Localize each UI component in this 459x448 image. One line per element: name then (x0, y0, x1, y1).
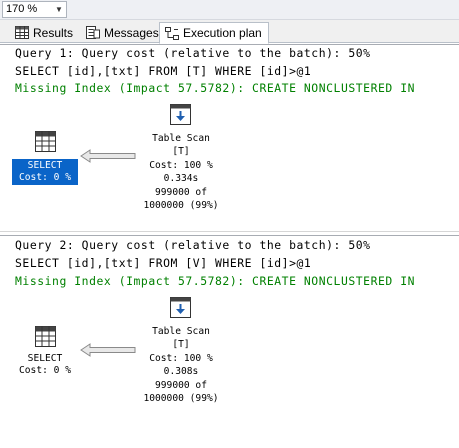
query-1-header: Query 1: Query cost (relative to the bat… (15, 46, 371, 60)
messages-icon (86, 26, 100, 39)
tab-execution-plan[interactable]: Execution plan (159, 22, 269, 44)
zoom-select[interactable]: 170 % ▼ (2, 1, 67, 18)
zoom-toolbar: 170 % ▼ (0, 0, 459, 20)
query-2-select-node[interactable]: SELECT Cost: 0 % (12, 352, 78, 378)
select-node-cost: Cost: 0 % (19, 365, 71, 376)
query-1-separator (0, 44, 459, 45)
query-2-sql: SELECT [id],[txt] FROM [V] WHERE [id]>@1 (15, 256, 312, 270)
data-flow-arrow[interactable] (80, 149, 136, 163)
table-scan-object: [T] (172, 339, 190, 351)
query-2-separator (0, 235, 459, 236)
table-scan-time: 0.308s (163, 366, 199, 378)
results-tab-strip: Results Messages Execution plan (0, 20, 459, 44)
chevron-down-icon[interactable]: ▼ (52, 2, 66, 17)
query-1-missing-index[interactable]: Missing Index (Impact 57.5782): CREATE N… (15, 81, 415, 95)
table-scan-icon[interactable] (170, 104, 191, 125)
table-scan-icon[interactable] (170, 297, 191, 318)
tab-messages[interactable]: Messages (81, 22, 165, 43)
select-result-icon[interactable] (35, 326, 56, 347)
tab-results-label: Results (33, 25, 74, 40)
table-scan-cost: Cost: 100 % (149, 352, 213, 364)
query-2-missing-index[interactable]: Missing Index (Impact 57.5782): CREATE N… (15, 274, 415, 288)
table-scan-title: Table Scan (152, 133, 210, 144)
table-scan-estimate: 1000000 (99%) (143, 393, 219, 405)
data-flow-arrow[interactable] (80, 343, 136, 357)
query-1-sql: SELECT [id],[txt] FROM [T] WHERE [id]>@1 (15, 64, 312, 78)
execution-plan-icon (165, 26, 179, 40)
query-1-table-scan-node[interactable]: Table Scan [T] Cost: 100 % 0.334s 999000… (132, 132, 230, 212)
table-scan-estimate: 1000000 (99%) (143, 200, 219, 212)
table-scan-title: Table Scan (152, 326, 210, 337)
table-scan-cost: Cost: 100 % (149, 159, 213, 171)
select-result-icon[interactable] (35, 131, 56, 152)
table-scan-rows: 999000 of (155, 379, 207, 391)
table-scan-time: 0.334s (163, 173, 199, 185)
query-2-header: Query 2: Query cost (relative to the bat… (15, 238, 371, 252)
table-scan-object: [T] (172, 146, 190, 158)
select-node-label: SELECT (27, 353, 63, 364)
table-scan-rows: 999000 of (155, 186, 207, 198)
query-1-select-node[interactable]: SELECT Cost: 0 % (12, 159, 78, 185)
query-2-gap-line (0, 231, 459, 232)
select-node-cost: Cost: 0 % (19, 172, 71, 183)
zoom-value: 170 % (6, 3, 38, 15)
tab-messages-label: Messages (104, 25, 159, 40)
tab-execution-plan-label: Execution plan (183, 26, 262, 40)
select-node-label: SELECT (27, 160, 63, 171)
tab-results[interactable]: Results (10, 22, 79, 43)
grid-icon (15, 26, 29, 39)
query-2-table-scan-node[interactable]: Table Scan [T] Cost: 100 % 0.308s 999000… (132, 325, 230, 405)
